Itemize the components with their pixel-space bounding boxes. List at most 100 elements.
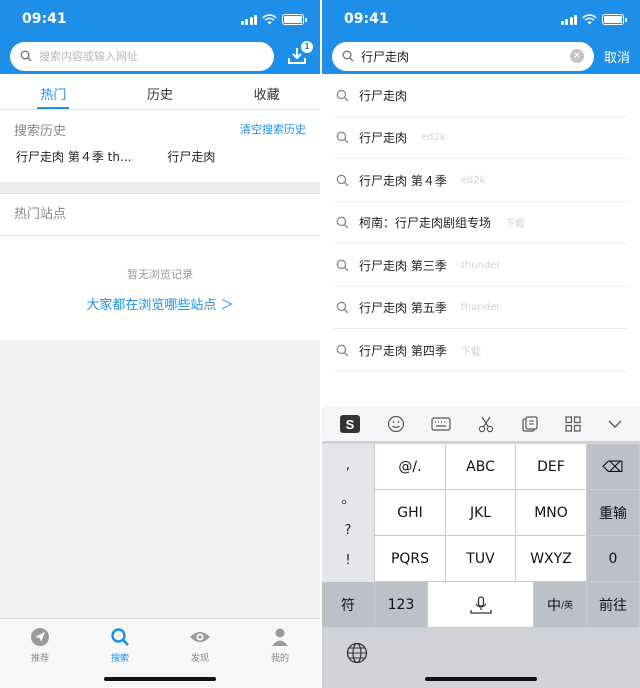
signal-icon (240, 14, 257, 25)
grid-icon[interactable] (565, 415, 581, 432)
search-history-section: 搜索历史 清空搜索历史 行尸走肉 第４季 th... 行尸走肉 (0, 110, 320, 182)
suggestion-text: 柯南：行尸走肉剧组专场 (359, 216, 492, 231)
suggestion-tag: ed2k (421, 132, 446, 144)
tab-history[interactable]: 历史 (107, 84, 214, 109)
key-jkl[interactable]: JKL (446, 490, 516, 536)
punct-key[interactable]: ? (345, 523, 352, 538)
tabbar-me[interactable]: 我的 (240, 619, 320, 688)
popular-sites-link[interactable]: 大家都在浏览哪些站点 ＞ (0, 294, 320, 313)
eye-icon (190, 632, 210, 642)
search-icon (20, 50, 32, 62)
key-zero[interactable]: 0 (587, 536, 640, 582)
suggestion-list: 行尸走肉 行尸走肉 ed2k 行尸走肉 第４季 ed2k 柯南：行尸走肉剧组专场 下载 行尸走… (322, 74, 640, 372)
search-placeholder: 搜索内容或输入网址 (39, 50, 138, 63)
battery-icon (282, 13, 307, 25)
empty-text: 暂无浏览记录 (127, 268, 193, 281)
punct-key[interactable]: , (346, 458, 350, 473)
lang-switch-key[interactable]: 中/英 (534, 582, 587, 628)
tabbar-recommend[interactable]: 推荐 (0, 619, 80, 688)
hot-sites-title: 热门站点 (0, 194, 320, 236)
download-badge: 1 (301, 41, 313, 53)
clear-history-link[interactable]: 清空搜索历史 (240, 121, 306, 137)
key-wxyz[interactable]: WXYZ (516, 536, 587, 582)
space-key[interactable] (428, 582, 534, 628)
signal-icon (560, 14, 577, 25)
tab-bar-top: 热门 历史 收藏 (0, 74, 320, 110)
search-icon (336, 259, 349, 272)
status-bar: 09:41 (322, 0, 640, 38)
suggestion-tag: 下载 (505, 219, 526, 231)
scissors-icon[interactable] (477, 415, 495, 433)
status-time: 09:41 (22, 11, 67, 27)
reenter-key[interactable]: 重输 (587, 490, 640, 536)
suggestion-item[interactable]: 行尸走肉 第４季 ed2k (322, 159, 640, 202)
delete-key[interactable]: ⌫ (587, 444, 640, 490)
wifi-icon (582, 13, 597, 24)
emoji-icon[interactable] (387, 415, 405, 433)
download-button[interactable]: 1 (284, 41, 313, 69)
symbol-key[interactable]: 符 (322, 582, 375, 628)
suggestion-item[interactable]: 行尸走肉 第四季 下载 (322, 329, 640, 372)
key-tuv[interactable]: TUV (446, 536, 516, 582)
history-item[interactable]: 行尸走肉 (167, 148, 215, 165)
status-icons (240, 13, 307, 25)
search-icon (111, 628, 129, 646)
section-gap (0, 182, 320, 194)
keyboard-toolbar: S (322, 406, 640, 442)
keyboard: S , 。 ? ! @/. ABC DEF ⌫ GHI JKL MNO 重输 P… (322, 406, 640, 688)
search-icon (336, 131, 349, 144)
suggestion-item[interactable]: 行尸走肉 ed2k (322, 117, 640, 160)
suggestion-tag: ed2k (460, 174, 486, 186)
key-symbols[interactable]: @/. (375, 444, 446, 490)
cancel-button[interactable]: 取消 (604, 47, 630, 66)
suggestion-text: 行尸走肉 第四季 (359, 343, 447, 358)
search-icon (336, 344, 349, 357)
home-indicator (425, 677, 537, 681)
wifi-icon (262, 13, 277, 24)
battery-icon (602, 13, 627, 25)
suggestion-tag: 下载 (460, 346, 481, 358)
left-screen: 09:41 搜索内容或输入网址 1 热门 历史 收藏 搜索历史 清空搜索历史 行… (0, 0, 320, 688)
tabbar-label: 推荐 (30, 654, 49, 664)
sogou-logo-icon[interactable]: S (339, 414, 361, 434)
key-ghi[interactable]: GHI (375, 490, 446, 536)
right-screen: 09:41 行尸走肉 × 取消 行尸走肉 行尸走肉 ed2k 行尸走肉 第４季 ed2k… (322, 0, 640, 688)
lang-sub: /英 (560, 601, 574, 611)
status-time: 09:41 (344, 11, 389, 27)
user-icon (272, 628, 288, 646)
microphone-icon (469, 595, 492, 614)
tabbar-label: 发现 (190, 654, 209, 664)
tab-hot[interactable]: 热门 (0, 84, 107, 109)
go-key[interactable]: 前往 (587, 582, 640, 628)
suggestion-item[interactable]: 柯南：行尸走肉剧组专场 下载 (322, 202, 640, 245)
collapse-icon[interactable] (607, 418, 623, 430)
globe-icon[interactable] (346, 642, 368, 664)
home-indicator (104, 677, 216, 681)
clipboard-icon[interactable] (521, 415, 539, 433)
tab-favorites[interactable]: 收藏 (213, 84, 320, 109)
suggestion-text: 行尸走肉 第三季 (359, 258, 447, 273)
key-mno[interactable]: MNO (516, 490, 587, 536)
punctuation-column[interactable]: , 。 ? ! (322, 444, 375, 582)
search-icon (336, 301, 349, 314)
search-history-title: 搜索历史 (14, 123, 67, 139)
number-key[interactable]: 123 (375, 582, 428, 628)
punct-key[interactable]: ! (345, 553, 350, 568)
key-pqrs[interactable]: PQRS (375, 536, 446, 582)
search-input[interactable]: 行尸走肉 × (332, 41, 594, 71)
suggestion-item[interactable]: 行尸走肉 第五季 thunder (322, 287, 640, 330)
search-input[interactable]: 搜索内容或输入网址 (10, 41, 274, 71)
suggestion-item[interactable]: 行尸走肉 第三季 thunder (322, 244, 640, 287)
lang-main: 中 (546, 597, 561, 614)
key-grid: , 。 ? ! @/. ABC DEF ⌫ GHI JKL MNO 重输 PQR… (322, 444, 640, 628)
status-bar: 09:41 (0, 0, 320, 38)
keyboard-icon[interactable] (431, 416, 451, 431)
key-abc[interactable]: ABC (446, 444, 516, 490)
status-icons (560, 13, 627, 25)
key-def[interactable]: DEF (516, 444, 587, 490)
suggestion-item[interactable]: 行尸走肉 (322, 74, 640, 117)
history-item[interactable]: 行尸走肉 第４季 th... (16, 148, 131, 165)
clear-input-icon[interactable]: × (569, 49, 584, 63)
punct-key[interactable]: 。 (341, 488, 354, 507)
suggestion-text: 行尸走肉 (359, 131, 408, 146)
